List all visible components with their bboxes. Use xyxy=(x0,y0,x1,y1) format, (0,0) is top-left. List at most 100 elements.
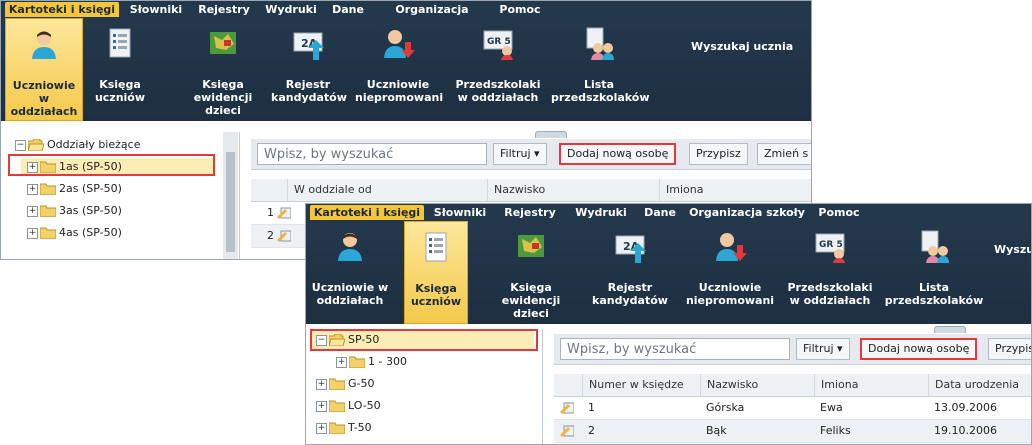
assign-button[interactable]: Przypisz xyxy=(689,143,748,165)
edit-record-icon[interactable] xyxy=(560,424,574,437)
scrollbar-thumb[interactable] xyxy=(226,152,235,252)
search-input[interactable]: Wpisz, by wyszukać xyxy=(257,143,487,165)
ribbon-toolbar: Uczniowie w oddziałach Księga uczniów Ks… xyxy=(1,18,811,121)
menu-wydruki[interactable]: Wydruki xyxy=(570,205,632,220)
expand-icon[interactable]: + xyxy=(27,183,38,195)
ribbon-ksiega-ewidencji[interactable]: Księga ewidencji dzieci xyxy=(486,221,576,324)
ribbon-uczniowie-niepromowani[interactable]: Uczniowie niepromowani xyxy=(355,18,443,121)
menu-slowniki[interactable]: Słowniki xyxy=(430,205,490,220)
menu-bar: Kartoteki i księgi Słowniki Rejestry Wyd… xyxy=(306,204,1031,221)
column-header[interactable]: Data urodzenia xyxy=(928,374,1031,396)
table-row[interactable]: 1 Górska Ewa 13.09.2006 xyxy=(554,397,1031,420)
filter-button[interactable]: Filtruj ▾ xyxy=(796,338,850,360)
column-header[interactable]: W oddziale od xyxy=(287,179,487,201)
change-button[interactable]: Zmień s xyxy=(757,143,811,165)
grid-toolbar: Wpisz, by wyszukać Filtruj ▾ Dodaj nową … xyxy=(251,139,811,170)
menu-rejestry[interactable]: Rejestry xyxy=(496,205,564,220)
menu-bar: Kartoteki i księgi Słowniki Rejestry Wyd… xyxy=(1,1,811,31)
menu-slowniki[interactable]: Słowniki xyxy=(125,2,187,17)
expand-icon[interactable]: + xyxy=(27,227,38,239)
collapse-ribbon-handle[interactable] xyxy=(535,131,567,138)
ribbon-uczniowie-niepromowani[interactable]: Uczniowie niepromowani xyxy=(684,221,776,324)
menu-wydruki[interactable]: Wydruki xyxy=(261,2,321,17)
tree-node-range[interactable]: +1 - 300 xyxy=(336,353,407,371)
column-header[interactable]: Nazwisko xyxy=(700,374,814,396)
grid-header: Numer w księdze Nazwisko Imiona Data uro… xyxy=(554,374,1031,397)
first-name-cell: Feliks xyxy=(820,424,851,437)
ribbon-ksiega-ewidencji[interactable]: Księga ewidencji dzieci xyxy=(185,18,261,121)
main-window-book: Kartoteki i księgi Słowniki Rejestry Wyd… xyxy=(305,203,1032,445)
first-name-cell: Ewa xyxy=(820,401,843,414)
tree-node-root[interactable]: − Oddziały bieżące xyxy=(15,136,140,154)
surname-cell: Bąk xyxy=(706,424,727,437)
column-header[interactable]: Imiona xyxy=(814,374,928,396)
column-header[interactable]: Nazwisko xyxy=(487,179,659,201)
expand-icon[interactable]: + xyxy=(336,356,347,368)
tree-node-class[interactable]: +4as (SP-50) xyxy=(27,224,122,242)
column-header[interactable]: Numer w księdze xyxy=(582,374,700,396)
menu-dane[interactable]: Dane xyxy=(327,2,369,17)
chevron-down-icon: ▾ xyxy=(837,342,843,355)
highlight-selected-book xyxy=(310,329,538,351)
book-list-icon xyxy=(425,232,447,262)
ribbon-przedszkolaki[interactable]: GR 5 Przedszkolaki w oddziałach xyxy=(455,18,541,121)
ribbon-uczniowie-w-oddzialach[interactable]: Uczniowie w oddziałach xyxy=(308,221,392,324)
map-book-icon xyxy=(518,235,544,257)
ribbon-lista-przedszkolakow[interactable]: Lista przedszkolaków xyxy=(882,221,986,324)
surname-cell: Górska xyxy=(706,401,745,414)
svg-text:GR 5: GR 5 xyxy=(487,37,511,47)
menu-organizacja[interactable]: Organizacja szkoły xyxy=(688,205,806,220)
filter-button[interactable]: Filtruj ▾ xyxy=(493,143,547,165)
menu-organizacja[interactable]: Organizacja szkoły xyxy=(375,2,489,31)
search-student-label[interactable]: Wyszukaj ucznia xyxy=(691,40,793,53)
chevron-down-icon: ▾ xyxy=(534,147,540,160)
tree-node-class[interactable]: +2as (SP-50) xyxy=(27,180,122,198)
expand-icon[interactable]: + xyxy=(27,205,38,217)
expand-icon[interactable]: + xyxy=(316,422,327,434)
grid-toolbar: Wpisz, by wyszukać Filtruj ▾ Dodaj nową … xyxy=(554,334,1031,365)
edit-record-icon[interactable] xyxy=(277,229,291,242)
folder-icon xyxy=(329,400,345,412)
edit-record-icon[interactable] xyxy=(560,401,574,414)
tree-node-school[interactable]: + LO-50 xyxy=(316,397,381,415)
collapse-icon[interactable]: − xyxy=(15,139,26,151)
ribbon-ksiega-uczniow[interactable]: Księga uczniów xyxy=(404,221,468,324)
column-header[interactable]: Imiona xyxy=(659,179,811,201)
folder-icon xyxy=(329,378,345,390)
menu-kartoteki[interactable]: Kartoteki i księgi xyxy=(5,2,119,17)
expand-icon[interactable]: + xyxy=(316,378,327,390)
menu-pomoc[interactable]: Pomoc xyxy=(495,2,545,17)
class-tree: − Oddziały bieżące +1as (SP-50) +2as (SP-… xyxy=(1,132,240,259)
collapse-ribbon-handle[interactable] xyxy=(934,326,966,333)
ribbon-przedszkolaki[interactable]: GR 5 Przedszkolaki w oddziałach xyxy=(784,221,876,324)
add-person-button[interactable]: Dodaj nową osobę xyxy=(559,143,677,165)
folder-icon xyxy=(349,356,365,368)
tree-node-school[interactable]: + T-50 xyxy=(316,419,372,437)
book-number-cell: 1 xyxy=(588,401,595,414)
ribbon-ksiega-uczniow[interactable]: Księga uczniów xyxy=(89,18,151,121)
ribbon-rejestr-kandydatow[interactable]: 2A Rejestr kandydatów xyxy=(271,18,347,121)
edit-record-icon[interactable] xyxy=(277,206,291,219)
book-grid-panel: Wpisz, by wyszukać Filtruj ▾ Dodaj nową … xyxy=(554,326,1031,444)
expand-icon[interactable]: + xyxy=(316,400,327,412)
menu-dane[interactable]: Dane xyxy=(638,205,682,220)
ribbon-rejestr-kandydatow[interactable]: 2A Rejestr kandydatów xyxy=(588,221,672,324)
grid-header: W oddziale od Nazwisko Imiona xyxy=(251,179,811,202)
tree-node-school[interactable]: + G-50 xyxy=(316,375,375,393)
assign-button[interactable]: Przypis xyxy=(988,338,1031,360)
table-row[interactable]: 2 Bąk Feliks 19.10.2006 xyxy=(554,420,1031,443)
menu-pomoc[interactable]: Pomoc xyxy=(812,205,866,220)
menu-rejestry[interactable]: Rejestry xyxy=(193,2,255,17)
search-student-label[interactable]: Wyszu xyxy=(994,243,1031,256)
ribbon-lista-przedszkolakow[interactable]: Lista przedszkolaków xyxy=(551,18,650,121)
ribbon-uczniowie-w-oddzialach[interactable]: Uczniowie w oddziałach xyxy=(5,18,83,121)
menu-kartoteki[interactable]: Kartoteki i księgi xyxy=(310,205,424,220)
tree-node-class[interactable]: +3as (SP-50) xyxy=(27,202,122,220)
add-person-button[interactable]: Dodaj nową osobę xyxy=(860,338,978,360)
tree-scrollbar[interactable] xyxy=(223,132,238,259)
folder-icon xyxy=(329,422,345,434)
map-book-icon xyxy=(210,32,236,54)
folder-icon xyxy=(40,205,56,217)
search-input[interactable]: Wpisz, by wyszukać xyxy=(560,338,790,360)
student-down-icon xyxy=(384,30,415,58)
